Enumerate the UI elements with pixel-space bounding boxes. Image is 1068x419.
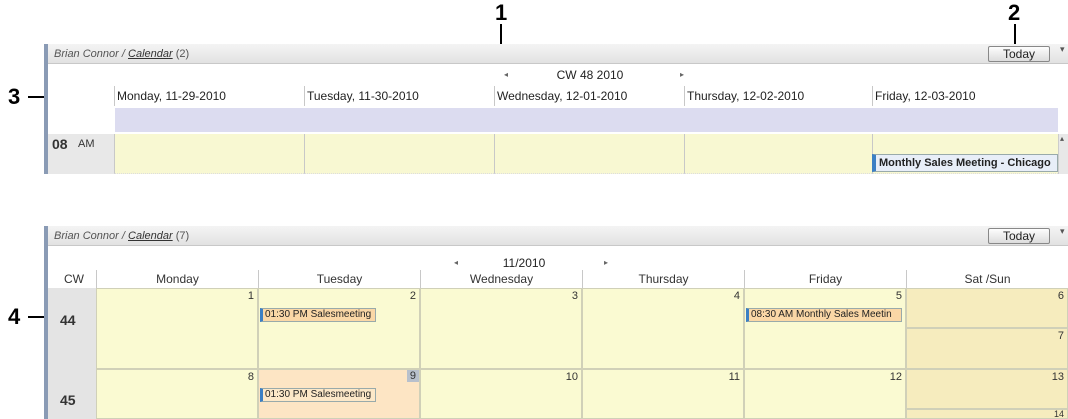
callout-1: 1: [495, 0, 508, 25]
day-cell-sunday[interactable]: 14: [906, 409, 1068, 419]
day-cell-saturday[interactable]: 6: [906, 288, 1068, 328]
owner-separator: /: [121, 230, 125, 242]
day-cell[interactable]: 4: [582, 288, 744, 369]
panel-menu-icon[interactable]: ▾: [1060, 226, 1065, 237]
day-cell[interactable]: 2: [258, 288, 420, 369]
cw-header: CW: [64, 272, 84, 286]
prev-week-icon[interactable]: ◂: [504, 70, 508, 79]
callout-4: 4: [8, 304, 21, 329]
day-cell[interactable]: 12: [744, 369, 906, 419]
day-cell[interactable]: 5: [744, 288, 906, 369]
cw-45-label[interactable]: 45: [60, 392, 76, 408]
owner-separator: /: [121, 48, 125, 60]
month-view-titlebar: Brian Connor / Calendar (7) Today ▾: [48, 226, 1068, 246]
month-label: 11/2010: [502, 256, 546, 270]
ampm-label: AM: [78, 138, 95, 150]
prev-month-icon[interactable]: ◂: [454, 258, 458, 267]
date-number: 3: [571, 290, 578, 302]
date-number: 2: [409, 290, 416, 302]
date-number: 13: [1051, 371, 1064, 383]
event-salesmeeting[interactable]: 01:30 PM Salesmeeting: [260, 308, 376, 322]
day-header-wednesday[interactable]: Wednesday, 12-01-2010: [494, 86, 684, 106]
date-number: 10: [565, 371, 578, 383]
hour-cell-monday[interactable]: [114, 134, 304, 174]
event-monthly-sales-meeting[interactable]: 08:30 AM Monthly Sales Meetin: [746, 308, 902, 322]
day-header-thursday[interactable]: Thursday, 12-02-2010: [684, 86, 872, 106]
today-button[interactable]: Today: [988, 228, 1050, 244]
day-header-tuesday: Tuesday: [258, 270, 420, 288]
day-header-tuesday[interactable]: Tuesday, 11-30-2010: [304, 86, 494, 106]
callout-2: 2: [1008, 0, 1021, 25]
week-view-panel: Brian Connor / Calendar (2) Today ▾ ◂ CW…: [44, 44, 1068, 174]
hour-cell-wednesday[interactable]: [494, 134, 684, 174]
date-number: 5: [895, 290, 902, 302]
calendar-owner: Brian Connor / Calendar (7): [54, 230, 189, 242]
today-button[interactable]: Today: [988, 46, 1050, 62]
day-cell-sunday[interactable]: 7: [906, 328, 1068, 369]
day-header-monday: Monday: [96, 270, 258, 288]
item-count: (7): [175, 230, 190, 242]
next-week-icon[interactable]: ▸: [680, 70, 684, 79]
day-header-friday[interactable]: Friday, 12-03-2010: [872, 86, 1058, 106]
date-number: 12: [889, 371, 902, 383]
calendar-owner: Brian Connor / Calendar (2): [54, 48, 189, 60]
all-day-row: [114, 108, 1058, 132]
callout-2-leader: [1014, 24, 1016, 44]
date-number: 14: [1053, 409, 1064, 419]
callout-3: 3: [8, 84, 21, 109]
week-view-titlebar: Brian Connor / Calendar (2) Today ▾: [48, 44, 1068, 64]
hour-label: 08: [52, 136, 68, 152]
date-number: 1: [247, 290, 254, 302]
day-cell[interactable]: 8: [96, 369, 258, 419]
scroll-up-icon[interactable]: ▴: [1060, 134, 1064, 143]
hour-cell-tuesday[interactable]: [304, 134, 494, 174]
owner-name: Brian Connor: [54, 230, 119, 242]
week-label: CW 48 2010: [556, 68, 624, 82]
item-count: (2): [175, 48, 190, 60]
calendar-link[interactable]: Calendar: [128, 230, 173, 242]
day-cell-saturday[interactable]: 13: [906, 369, 1068, 409]
date-number: 8: [247, 371, 254, 383]
day-header-friday: Friday: [744, 270, 906, 288]
week-nav: ◂ CW 48 2010 ▸: [490, 68, 686, 84]
date-number: 4: [733, 290, 740, 302]
event-salesmeeting[interactable]: 01:30 PM Salesmeeting: [260, 388, 376, 402]
hour-cell-thursday[interactable]: [684, 134, 872, 174]
next-month-icon[interactable]: ▸: [604, 258, 608, 267]
owner-name: Brian Connor: [54, 48, 119, 60]
date-number: 7: [1057, 330, 1064, 342]
date-number: 6: [1057, 290, 1064, 302]
week-scrollbar[interactable]: ▴: [1058, 134, 1068, 174]
event-monthly-sales-meeting[interactable]: Monthly Sales Meeting - Chicago: [872, 154, 1058, 172]
calendar-link[interactable]: Calendar: [128, 48, 173, 60]
day-cell[interactable]: 11: [582, 369, 744, 419]
date-number: 11: [728, 371, 740, 383]
day-header-thursday: Thursday: [582, 270, 744, 288]
date-number: 9: [406, 370, 419, 382]
day-header-weekend: Sat /Sun: [906, 270, 1068, 288]
cw-44-label[interactable]: 44: [60, 312, 76, 328]
day-cell[interactable]: 1: [96, 288, 258, 369]
month-view-panel: Brian Connor / Calendar (7) Today ▾ ◂ 11…: [44, 226, 1068, 419]
day-header-wednesday: Wednesday: [420, 270, 582, 288]
day-cell[interactable]: 10: [420, 369, 582, 419]
panel-menu-icon[interactable]: ▾: [1060, 44, 1065, 55]
day-header-monday[interactable]: Monday, 11-29-2010: [114, 86, 304, 106]
day-cell[interactable]: 3: [420, 288, 582, 369]
